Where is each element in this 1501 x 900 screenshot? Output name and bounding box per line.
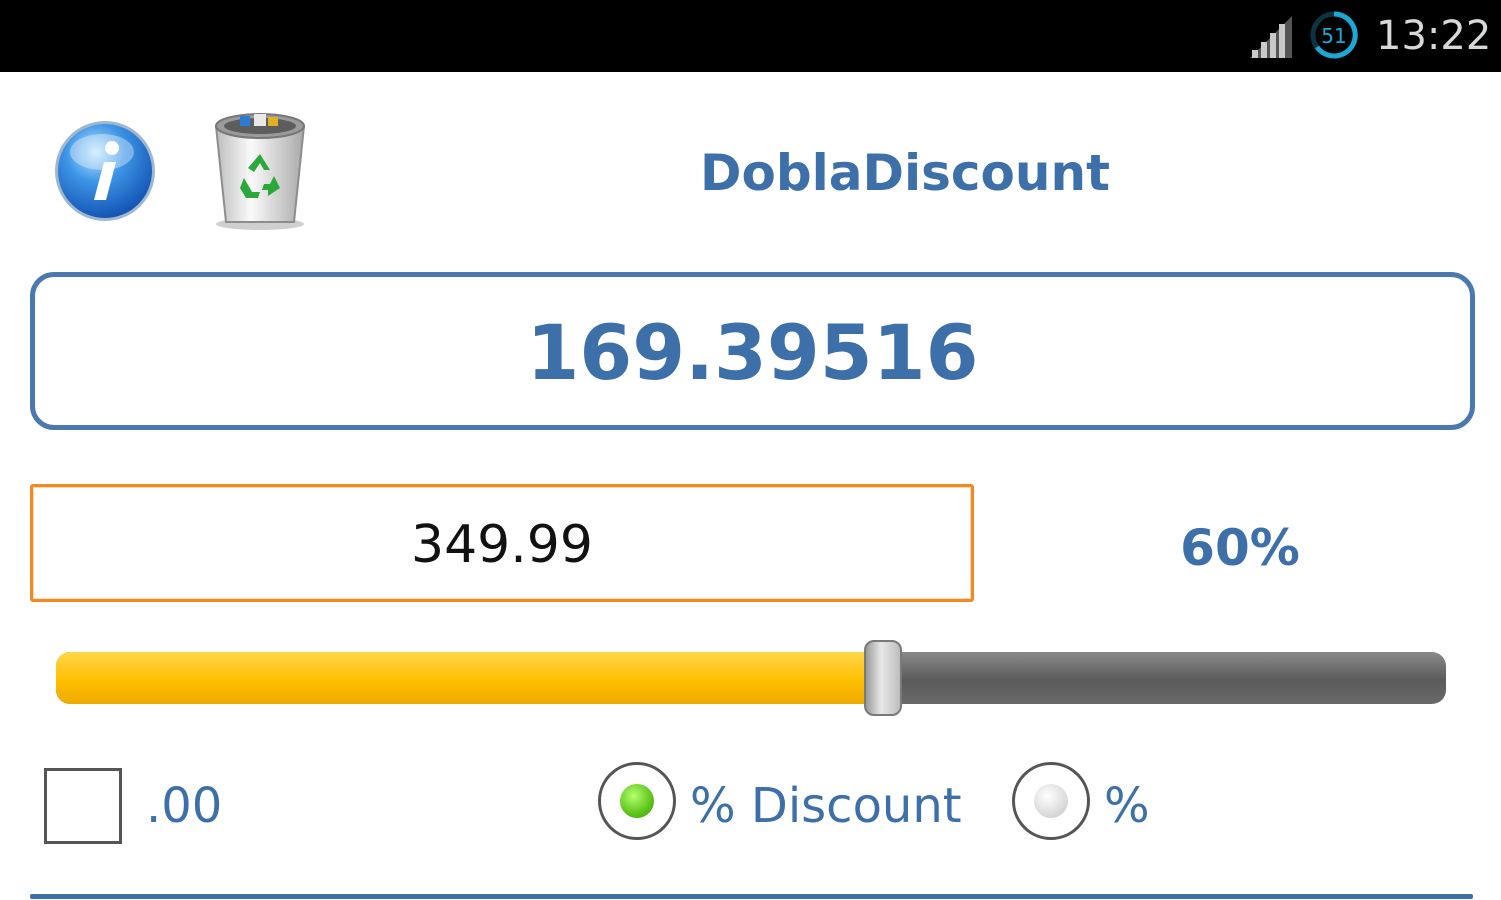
discount-slider[interactable] (56, 640, 1446, 716)
discount-percent-label: 60% (1180, 519, 1300, 577)
result-value: 169.39516 (526, 308, 979, 397)
signal-bars-icon (1250, 16, 1292, 58)
info-icon (55, 121, 155, 221)
radio-percent-label: % (1104, 778, 1150, 834)
slider-thumb[interactable] (864, 640, 902, 716)
decimals-checkbox[interactable] (44, 768, 122, 844)
radio-unselected-dot (1034, 784, 1068, 818)
battery-level-text: 51 (1321, 24, 1346, 48)
result-display: 169.39516 (30, 272, 1475, 430)
radio-discount-label: % Discount (690, 778, 962, 834)
radio-selected-dot (620, 784, 654, 818)
radio-discount[interactable] (598, 762, 676, 840)
status-time: 13:22 (1376, 13, 1492, 59)
info-button[interactable] (52, 118, 158, 224)
recycle-bin-icon (214, 113, 306, 230)
circular-battery-icon: 51 (1309, 10, 1359, 60)
radio-percent[interactable] (1012, 762, 1090, 840)
app-title: DoblaDiscount (699, 144, 1110, 202)
price-input[interactable]: 349.99 (30, 484, 974, 602)
clear-button[interactable] (208, 108, 312, 232)
bottom-divider (30, 894, 1473, 899)
slider-fill (56, 652, 883, 704)
price-input-value: 349.99 (411, 515, 593, 575)
decimals-label: .00 (146, 778, 223, 834)
status-bar: 51 13:22 (0, 0, 1501, 72)
